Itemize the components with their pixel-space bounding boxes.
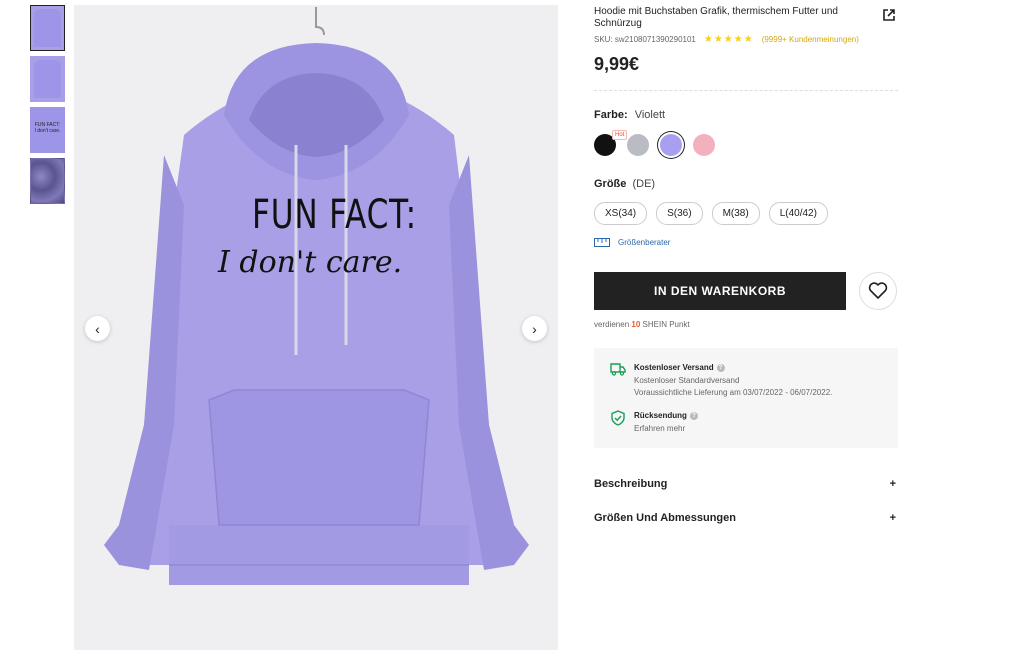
size-unit: (DE) <box>632 178 656 190</box>
accordion-sizes[interactable]: Größen Und Abmessungen + <box>594 512 898 524</box>
previous-image-button[interactable]: ‹ <box>85 316 110 341</box>
thumbnail-back[interactable] <box>30 56 65 102</box>
print-text-line2: I don't care. <box>218 245 403 280</box>
external-link-icon <box>883 9 895 21</box>
size-label: Größe (DE) <box>594 178 655 190</box>
size-guide-link[interactable]: Größenberater <box>594 238 670 247</box>
thumbnail-back-image <box>34 60 61 98</box>
truck-icon <box>610 363 626 376</box>
color-label: Farbe: Violett <box>594 109 665 121</box>
shipping-title: Kostenloser Versand <box>634 363 714 372</box>
return-learn-more-link[interactable]: Erfahren mehr <box>634 423 698 436</box>
ruler-icon <box>594 238 610 247</box>
thumbnail-list: FUN FACT: I don't care. <box>30 5 68 209</box>
swatch-grey[interactable] <box>627 134 649 156</box>
size-options: XS(34) S(36) M(38) L(40/42) <box>594 202 828 225</box>
shield-check-icon <box>611 410 625 426</box>
swatch-violet[interactable] <box>660 134 682 156</box>
size-option-s[interactable]: S(36) <box>656 202 703 225</box>
points-number: 10 <box>631 320 641 329</box>
shipping-text: Kostenloser Versand ? Kostenloser Standa… <box>634 362 832 400</box>
next-image-button[interactable]: › <box>522 316 547 341</box>
swatch-black[interactable]: Hot <box>594 130 628 156</box>
main-product-image: FUN FACT: I don't care. <box>74 5 558 650</box>
plus-icon: + <box>889 478 896 490</box>
size-option-m[interactable]: M(38) <box>711 202 760 225</box>
thumbnail-front-image <box>34 9 61 47</box>
chevron-left-icon: ‹ <box>95 320 100 337</box>
shipping-title-row: Kostenloser Versand ? <box>634 362 832 375</box>
thumbnail-fabric[interactable] <box>30 158 65 204</box>
thumbnail-front[interactable] <box>30 5 65 51</box>
hoodie-illustration <box>104 7 529 585</box>
shipping-help-icon[interactable]: ? <box>716 364 725 373</box>
accordion-description[interactable]: Beschreibung + <box>594 478 898 490</box>
share-button[interactable] <box>882 8 896 22</box>
shipping-info-box: Kostenloser Versand ? Kostenloser Standa… <box>594 348 898 448</box>
return-title-row: Rücksendung ? <box>634 410 698 423</box>
color-label-title: Farbe: <box>594 109 628 121</box>
size-option-xs[interactable]: XS(34) <box>594 202 648 225</box>
thumbnail-print-text: FUN FACT: I don't care. <box>33 122 62 134</box>
product-price: 9,99€ <box>594 54 640 74</box>
reviews-link[interactable]: (9999+ Kundenmeinungen) <box>762 35 859 44</box>
chevron-right-icon: › <box>532 320 537 337</box>
plus-icon: + <box>889 512 896 524</box>
return-title: Rücksendung <box>634 411 687 420</box>
return-text: Rücksendung ? Erfahren mehr <box>634 410 698 435</box>
thumbnail-print-line2: I don't care. <box>34 128 61 134</box>
color-value: Violett <box>634 109 666 121</box>
points-info: verdienen 10 SHEIN Punkt <box>594 320 690 329</box>
wishlist-button[interactable] <box>859 272 897 310</box>
print-text-line1: FUN FACT: <box>252 192 417 238</box>
return-help-icon[interactable]: ? <box>689 412 698 421</box>
rating-stars: ★★★★★ <box>703 34 754 45</box>
sku-text: SKU: sw2108071390290101 <box>594 35 696 44</box>
accordion-description-label: Beschreibung <box>594 478 668 490</box>
color-swatches: Hot <box>594 130 715 156</box>
points-suffix: SHEIN Punkt <box>642 320 690 329</box>
heart-icon <box>868 282 888 299</box>
accordion-sizes-label: Größen Und Abmessungen <box>594 512 736 524</box>
hot-badge: Hot <box>612 130 628 140</box>
shipping-line2: Voraussichtliche Lieferung am 03/07/2022… <box>634 388 833 397</box>
size-option-l[interactable]: L(40/42) <box>768 202 828 225</box>
return-row: Rücksendung ? Erfahren mehr <box>610 410 698 435</box>
size-label-title: Größe <box>594 178 627 190</box>
product-title: Hoodie mit Buchstaben Grafik, thermische… <box>594 6 838 29</box>
add-to-cart-button[interactable]: IN DEN WARENKORB <box>594 272 846 310</box>
shipping-line1: Kostenloser Standardversand <box>634 375 740 385</box>
sku-row: SKU: sw2108071390290101 ★★★★★ (9999+ Kun… <box>594 34 859 45</box>
size-guide-label: Größenberater <box>618 238 671 247</box>
points-prefix: verdienen <box>594 320 630 329</box>
shipping-row: Kostenloser Versand ? Kostenloser Standa… <box>610 362 832 400</box>
thumbnail-print[interactable]: FUN FACT: I don't care. <box>30 107 65 153</box>
swatch-pink[interactable] <box>693 134 715 156</box>
divider <box>594 90 898 91</box>
